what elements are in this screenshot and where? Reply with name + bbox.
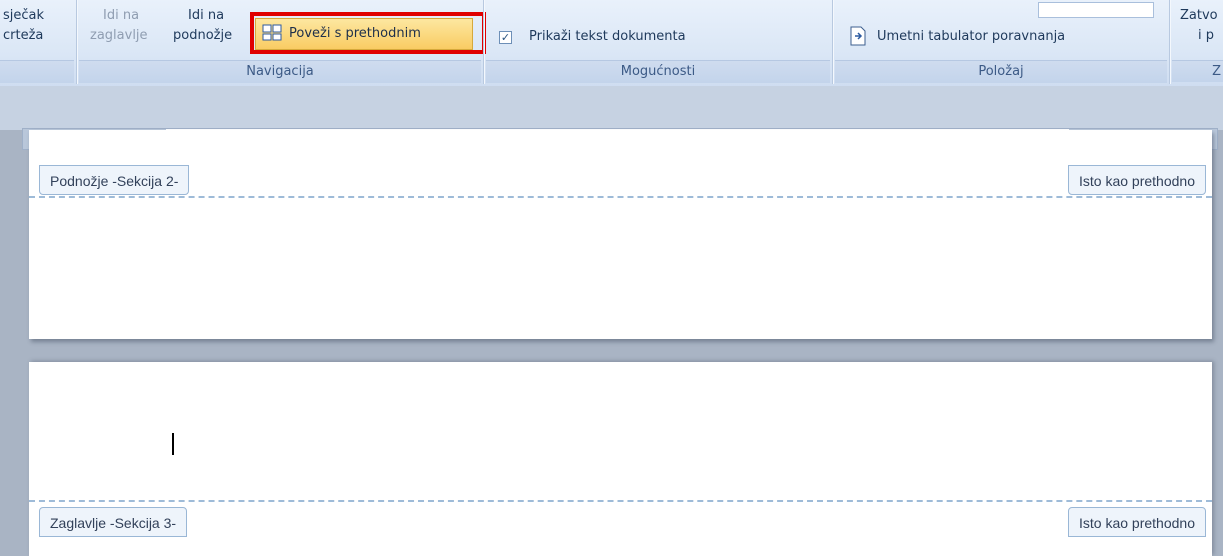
same-as-previous-tag: Isto kao prethodno xyxy=(1068,507,1206,537)
goto-footer-line1[interactable]: Idi na xyxy=(188,8,224,23)
clipart-button-line2[interactable]: crteža xyxy=(3,28,43,43)
group-separator xyxy=(483,0,484,84)
clipart-button-line1[interactable]: sječak xyxy=(3,8,44,23)
position-spinner[interactable] xyxy=(1038,2,1154,18)
options-group-label: Mogućnosti xyxy=(486,60,830,83)
same-as-previous-tag: Isto kao prethodno xyxy=(1068,165,1206,195)
footer-boundary xyxy=(29,196,1212,198)
show-doc-text-checkbox[interactable]: ✓ xyxy=(499,31,512,44)
show-doc-text-label: Prikaži tekst dokumenta xyxy=(529,29,686,44)
page-1[interactable]: Podnožje -Sekcija 2- Isto kao prethodno xyxy=(29,130,1212,339)
goto-header-line1[interactable]: Idi na xyxy=(103,8,139,23)
close-button-line2[interactable]: i p xyxy=(1198,28,1214,43)
highlight-box xyxy=(250,12,486,54)
close-group-label: Z xyxy=(1172,60,1223,82)
goto-footer-line2[interactable]: podnožje xyxy=(173,28,232,43)
ribbon: sječak crteža Idi na zaglavlje Idi na po… xyxy=(0,0,1223,87)
insert-alignment-tab-button[interactable]: Umetni tabulator poravnanja xyxy=(877,29,1065,44)
left-group-label xyxy=(0,60,74,83)
insert-tab-icon xyxy=(849,26,867,46)
position-group-label: Položaj xyxy=(835,60,1167,83)
goto-header-line2[interactable]: zaglavlje xyxy=(90,28,148,43)
header-boundary xyxy=(29,500,1212,502)
navigation-group-label: Navigacija xyxy=(79,60,481,83)
footer-section-2-tag: Podnožje -Sekcija 2- xyxy=(39,165,190,195)
close-button-line1[interactable]: Zatvo xyxy=(1180,8,1218,23)
group-separator xyxy=(76,0,77,84)
group-separator xyxy=(832,0,833,84)
page-2[interactable]: Zaglavlje -Sekcija 3- Isto kao prethodno xyxy=(29,362,1212,556)
text-cursor xyxy=(172,433,174,455)
ruler-background xyxy=(0,86,1223,130)
header-section-3-tag: Zaglavlje -Sekcija 3- xyxy=(39,507,188,537)
group-separator xyxy=(1169,0,1170,84)
